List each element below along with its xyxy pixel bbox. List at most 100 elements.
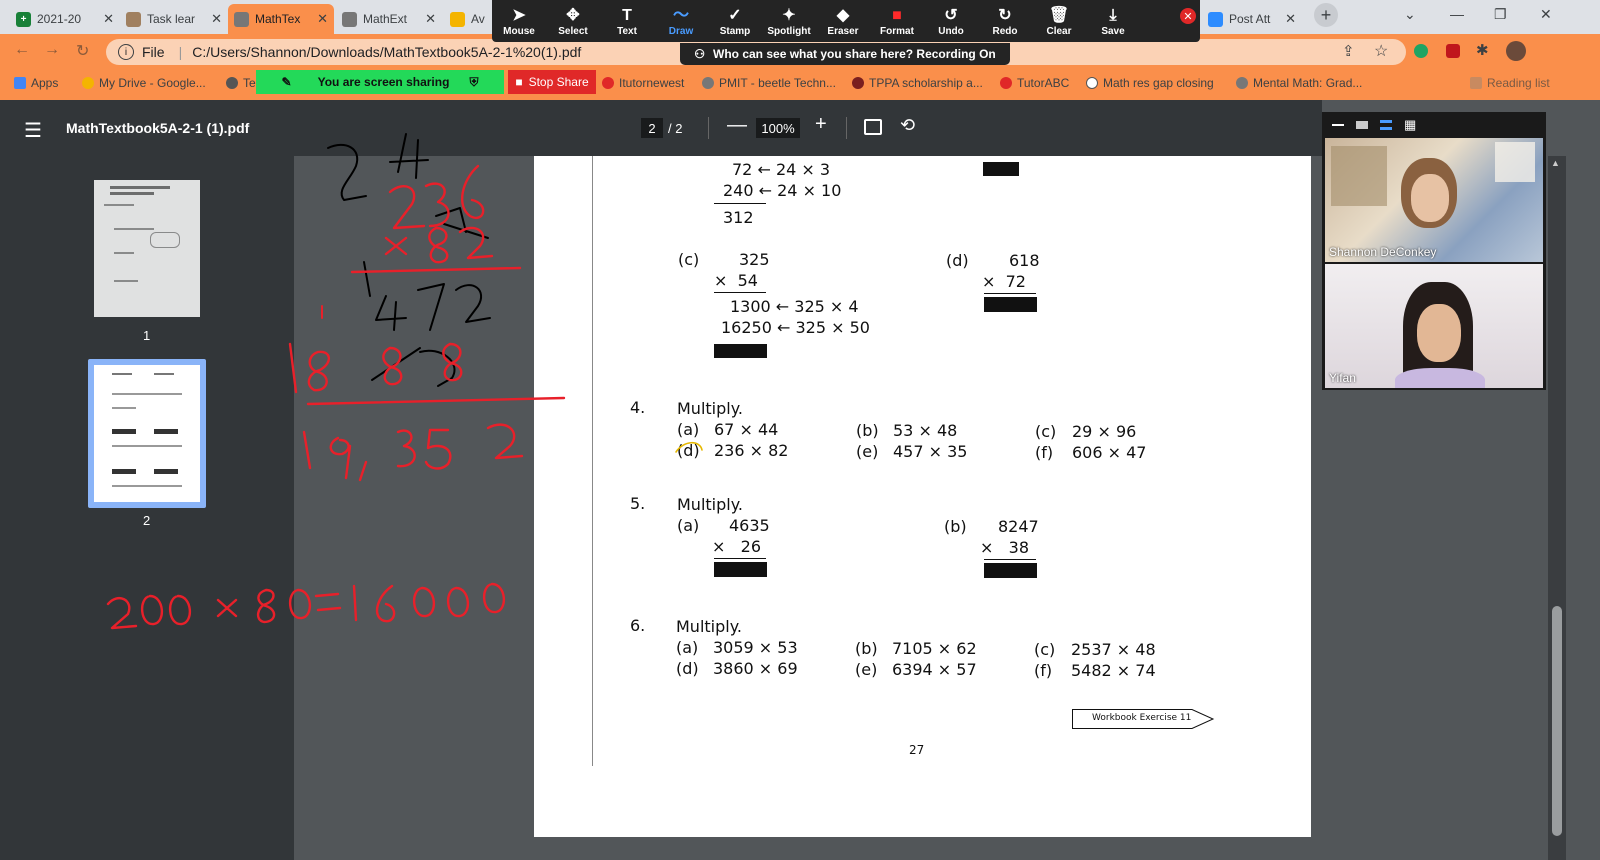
close-icon[interactable]: ✕ [211, 11, 222, 27]
problem-label: (d) [946, 251, 969, 270]
tab-title: 2021-20 [37, 12, 82, 26]
ublock-icon[interactable] [1446, 44, 1460, 58]
bookmark-reading-list[interactable]: Reading list [1470, 76, 1550, 90]
tab-title: Av [471, 12, 485, 26]
tool-redo[interactable]: ↻ Redo [978, 0, 1032, 42]
video-tile-shannon[interactable]: Shannon DeConkey [1325, 138, 1543, 262]
minimize-icon[interactable]: — [1450, 6, 1464, 22]
save-icon: ⤓ [1109, 6, 1117, 24]
url-text: C:/Users/Shannon/Downloads/MathTextbook5… [192, 44, 582, 60]
tool-select[interactable]: ✥ Select [546, 0, 600, 42]
video-tile-yifan[interactable]: Yifan [1325, 264, 1543, 388]
minimize-video-icon[interactable] [1332, 124, 1344, 126]
product-total: 312 [723, 208, 754, 227]
stop-share-button[interactable]: ■ Stop Share [508, 70, 596, 94]
tool-text[interactable]: T Text [600, 0, 654, 42]
globe-icon [226, 77, 238, 89]
page-icon [126, 11, 141, 27]
browser-tab-mathext[interactable]: MathExt ✕ [336, 4, 442, 34]
close-icon[interactable]: ✕ [1285, 11, 1296, 27]
browser-tab-mathtextbook[interactable]: MathTex ✕ [228, 4, 334, 34]
bookmark-tutorabc[interactable]: TutorABC [1000, 76, 1069, 90]
menu-icon[interactable]: ☰ [24, 118, 42, 143]
drive-icon [82, 77, 94, 89]
draw-icon: 〜 [672, 6, 689, 24]
new-tab-button[interactable]: + [1314, 3, 1338, 27]
zoom-in-button[interactable]: + [815, 113, 827, 136]
active-speaker-icon[interactable] [1356, 121, 1368, 129]
tool-mouse[interactable]: ➤ Mouse [492, 0, 546, 42]
bookmark-apps[interactable]: Apps [14, 76, 58, 90]
pdf-title: MathTextbook5A-2-1 (1).pdf [66, 120, 250, 136]
info-icon[interactable]: i [118, 44, 134, 60]
page-total: / 2 [668, 121, 683, 136]
question-number: 5. [630, 494, 646, 513]
undo-icon: ↺ [944, 6, 958, 24]
back-icon[interactable]: ← [14, 41, 30, 59]
thumbnail-page-2[interactable] [94, 365, 200, 502]
close-icon[interactable]: ✕ [317, 11, 328, 27]
hidden-answer [984, 563, 1037, 578]
browser-tab-drive[interactable]: Av [444, 4, 492, 34]
bookmark-pmit[interactable]: PMIT - beetle Techn... [702, 76, 836, 90]
close-icon[interactable]: ✕ [103, 11, 114, 27]
tool-spotlight[interactable]: ✦ Spotlight [762, 0, 816, 42]
recording-banner[interactable]: ⚇ Who can see what you share here? Recor… [680, 43, 1010, 65]
close-annotate-icon[interactable]: ✕ [1180, 8, 1196, 24]
strip-view-icon[interactable] [1380, 120, 1392, 130]
person-icon: ⚇ [694, 47, 706, 61]
pdf-page: 72 ← 24 × 3 240 ← 24 × 10 312 (c) 325 × … [534, 156, 1311, 837]
page-number: 27 [909, 743, 925, 757]
reload-icon[interactable]: ↻ [76, 41, 89, 61]
tool-eraser[interactable]: ◆ Eraser [816, 0, 870, 42]
tab-search-icon[interactable]: ⌄ [1404, 6, 1416, 23]
question-number: 6. [630, 616, 646, 635]
hidden-answer [983, 162, 1019, 176]
bookmark-te[interactable]: Te [226, 76, 256, 90]
window-close-icon[interactable]: ✕ [1540, 6, 1552, 23]
redo-icon: ↻ [998, 6, 1012, 24]
maximize-icon[interactable]: ❐ [1494, 6, 1507, 23]
browser-tab-zoom[interactable]: Post Att ✕ [1202, 4, 1302, 34]
bookmark-math-res[interactable]: Math res gap closing [1086, 76, 1214, 90]
bookmark-drive[interactable]: My Drive - Google... [82, 76, 206, 90]
trash-icon: 🗑 [1048, 6, 1070, 24]
fit-page-icon[interactable] [864, 119, 882, 135]
tool-stamp[interactable]: ✓ Stamp [708, 0, 762, 42]
close-icon[interactable]: ✕ [425, 11, 436, 27]
share-icon[interactable]: ⇪ [1342, 42, 1355, 60]
zoom-out-button[interactable]: — [727, 114, 747, 137]
apps-grid-icon [14, 77, 26, 89]
zoom-input[interactable]: 100% [756, 118, 800, 138]
star-icon[interactable]: ☆ [1374, 41, 1388, 61]
bookmark-itutornewest[interactable]: Itutornewest [602, 76, 684, 90]
avatar[interactable] [1506, 41, 1526, 61]
forward-icon[interactable]: → [44, 41, 60, 59]
puzzle-icon[interactable]: ✱ [1476, 41, 1489, 59]
spotlight-icon: ✦ [782, 6, 796, 24]
browser-tab-task[interactable]: Task lear ✕ [120, 4, 228, 34]
tool-format[interactable]: ■ Format [870, 0, 924, 42]
screen-sharing-status[interactable]: ✎ You are screen sharing ⛨ [256, 70, 504, 94]
tool-clear[interactable]: 🗑 Clear [1032, 0, 1086, 42]
divider [708, 117, 709, 139]
gallery-view-icon[interactable]: ▦ [1404, 117, 1416, 133]
bookmark-mental-math[interactable]: Mental Math: Grad... [1236, 76, 1362, 90]
globe-icon [1236, 77, 1248, 89]
tool-draw[interactable]: 〜 Draw [654, 0, 708, 42]
participant-name: Shannon DeConkey [1329, 245, 1437, 259]
globe-icon [234, 11, 249, 27]
tool-undo[interactable]: ↺ Undo [924, 0, 978, 42]
participant-video-panel: ▦ Shannon DeConkey Yifan [1322, 112, 1546, 390]
page-number-input[interactable]: 2 [641, 118, 663, 138]
rotate-icon[interactable]: ⟲ [900, 115, 915, 136]
question-title: Multiply. [676, 617, 742, 636]
scrollbar-thumb[interactable] [1552, 606, 1562, 836]
extension-icon[interactable] [1414, 44, 1428, 58]
scroll-up-icon[interactable]: ▲ [1551, 158, 1560, 168]
bookmark-tppa[interactable]: TPPA scholarship a... [852, 76, 983, 90]
tool-save[interactable]: ⤓ Save [1086, 0, 1140, 42]
browser-tab-sheets[interactable]: + 2021-20 ✕ [10, 4, 120, 34]
thumbnail-page-1[interactable] [94, 180, 200, 317]
participant-name: Yifan [1329, 371, 1356, 385]
